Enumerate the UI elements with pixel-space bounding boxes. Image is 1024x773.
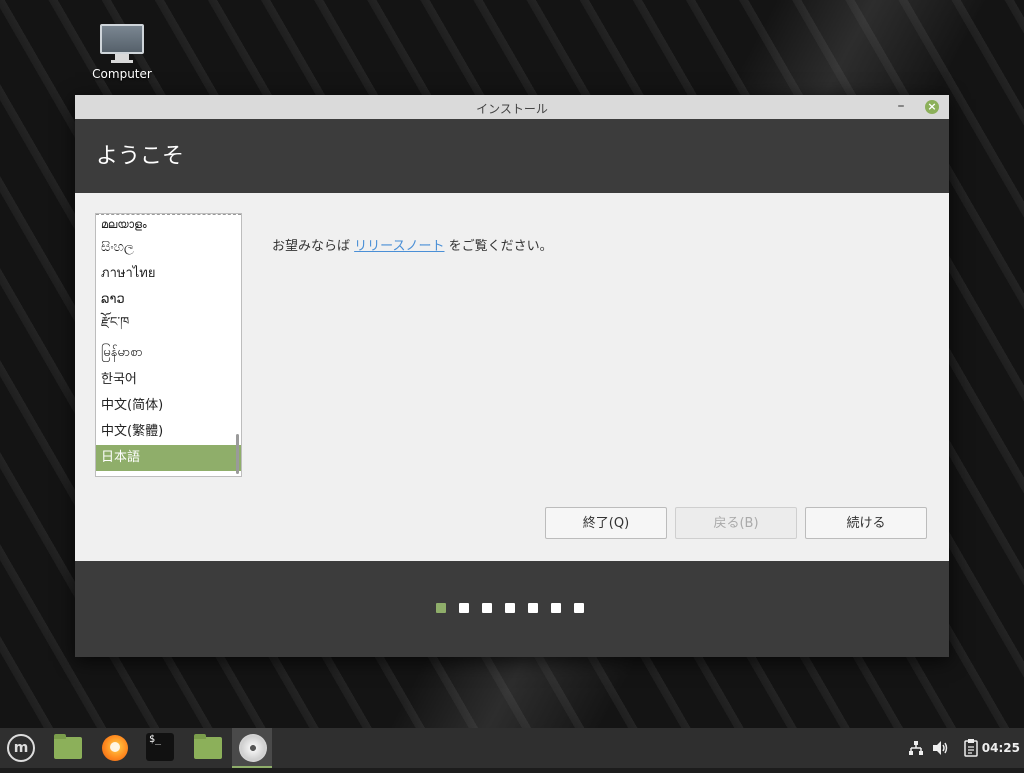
- installer-disc-icon: [239, 734, 267, 762]
- taskbar-folder[interactable]: [186, 728, 226, 768]
- clipboard-icon[interactable]: [964, 728, 978, 768]
- quit-button[interactable]: 終了(Q): [545, 507, 667, 539]
- computer-desktop-icon[interactable]: Computer: [86, 24, 158, 81]
- computer-icon-label: Computer: [92, 67, 152, 81]
- linux-mint-menu-icon: m: [7, 734, 35, 762]
- files-icon: [54, 734, 82, 759]
- clock[interactable]: 04:25: [982, 728, 1020, 768]
- progress-dot: [505, 603, 515, 613]
- back-button[interactable]: 戻る(B): [675, 507, 797, 539]
- close-button[interactable]: ×: [925, 100, 939, 114]
- language-item[interactable]: മലയാളം: [96, 215, 241, 235]
- language-item[interactable]: ภาษาไทย: [96, 261, 241, 287]
- welcome-message: お望みならば リリースノート をご覧ください。: [272, 239, 553, 254]
- menu-button[interactable]: m: [0, 728, 40, 768]
- taskbar-installer[interactable]: [232, 728, 272, 768]
- progress-dot: [528, 603, 538, 613]
- language-item[interactable]: မြန်မာစာ: [96, 333, 241, 367]
- taskbar-firefox[interactable]: [94, 728, 134, 768]
- taskbar: m $_ 04:25: [0, 728, 1024, 768]
- terminal-icon: $_: [146, 733, 174, 761]
- language-item[interactable]: 中文(繁體): [96, 419, 241, 445]
- continue-button[interactable]: 続ける: [805, 507, 927, 539]
- progress-dot: [459, 603, 469, 613]
- progress-dot: [482, 603, 492, 613]
- installer-window: インストール – × ようこそ മലയാളം සිංහල ภาษาไทย ລາວ…: [75, 95, 949, 657]
- progress-dot: [551, 603, 561, 613]
- progress-footer: [75, 561, 949, 657]
- window-titlebar[interactable]: インストール – ×: [75, 95, 949, 119]
- language-item[interactable]: ລາວ: [96, 287, 241, 313]
- monitor-icon: [100, 24, 144, 54]
- taskbar-files[interactable]: [46, 728, 86, 768]
- taskbar-terminal[interactable]: $_: [140, 728, 180, 768]
- language-item[interactable]: සිංහල: [96, 235, 241, 261]
- language-list[interactable]: മലയാളം සිංහල ภาษาไทย ລາວ རྫོང་ཁ မြန်မာစာ…: [95, 213, 242, 477]
- desktop-background: Computer インストール – × ようこそ മലയാളം සිංහල ภา…: [0, 0, 1024, 728]
- folder-icon: [194, 734, 222, 759]
- firefox-icon: [102, 735, 128, 761]
- volume-icon[interactable]: [932, 728, 950, 768]
- language-item[interactable]: རྫོང་ཁ: [96, 313, 241, 333]
- content-area: മലയാളം සිංහල ภาษาไทย ລາວ རྫོང་ཁ မြန်မာစာ…: [75, 193, 949, 561]
- page-header: ようこそ: [75, 119, 949, 193]
- progress-dot: [574, 603, 584, 613]
- language-list-scrollbar[interactable]: [236, 434, 239, 474]
- network-icon[interactable]: [908, 728, 924, 768]
- language-item[interactable]: 中文(简体): [96, 393, 241, 419]
- language-item-selected[interactable]: 日本語: [96, 445, 241, 471]
- release-notes-link[interactable]: リリースノート: [354, 239, 444, 254]
- language-item[interactable]: 한국어: [96, 367, 241, 393]
- progress-dot-active: [436, 603, 446, 613]
- minimize-button[interactable]: –: [893, 95, 909, 119]
- page-title: ようこそ: [96, 144, 185, 169]
- window-title: インストール: [476, 102, 548, 116]
